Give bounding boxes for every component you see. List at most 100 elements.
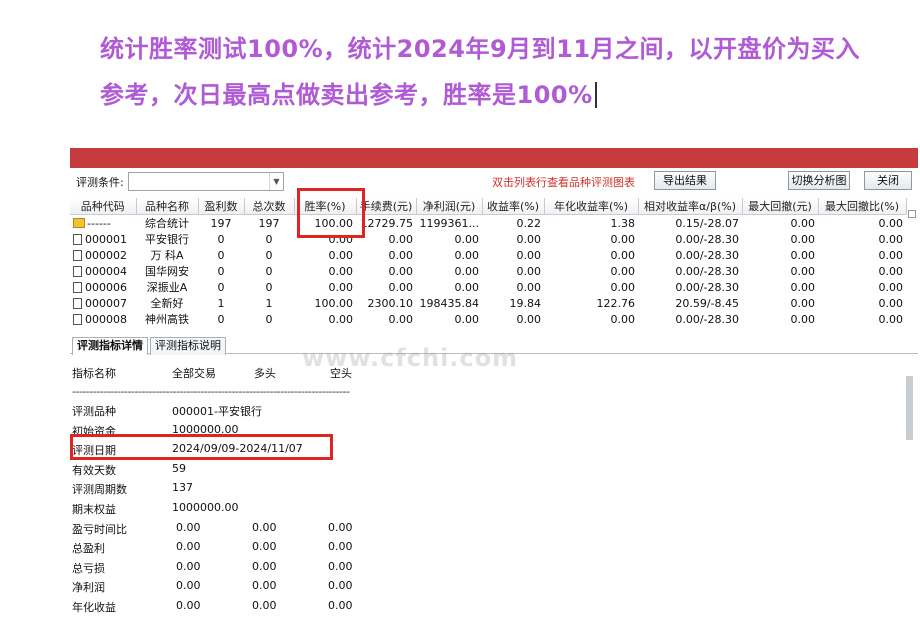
column-header[interactable]: 最大回撤比(%) bbox=[818, 198, 907, 215]
detail-label: 评测品种 bbox=[72, 405, 116, 418]
condition-label: 评测条件: bbox=[76, 176, 124, 189]
wins-cell: 1 bbox=[217, 296, 225, 310]
total-cell: 0 bbox=[265, 312, 273, 326]
name-cell: 国华网安 bbox=[145, 265, 189, 278]
net-profit-cell: 0.00 bbox=[454, 248, 480, 262]
win-rate-cell: 100.00 bbox=[314, 216, 354, 230]
table-row[interactable]: ------ 综合统计 197 197 100.00 12729.75 1199361...… bbox=[70, 215, 906, 232]
column-header[interactable]: 品种名称 bbox=[136, 198, 199, 215]
detail-value: 0.00 bbox=[176, 579, 201, 593]
win-rate-cell: 0.00 bbox=[328, 264, 354, 278]
detail-value: 1000000.00 bbox=[172, 501, 239, 514]
detail-value: 000001-平安银行 bbox=[172, 405, 262, 418]
table-row[interactable]: 000006 深振业A 0 0 0.00 0.00 0.00 0.00 0.00 0.00/-28… bbox=[70, 279, 906, 295]
table-row[interactable]: 000001 平安银行 0 0 0.00 0.00 0.00 0.00 0.00 0.00/-28… bbox=[70, 231, 906, 247]
max-dd-ratio-cell: 0.00 bbox=[878, 248, 904, 262]
scroll-box[interactable] bbox=[908, 210, 916, 218]
detail-value: 0.00 bbox=[328, 559, 353, 573]
max-dd-cell: 0.00 bbox=[790, 232, 816, 246]
total-cell: 197 bbox=[258, 216, 280, 230]
net-profit-cell: 0.00 bbox=[454, 312, 480, 326]
return-cell: 0.00 bbox=[516, 312, 542, 326]
column-header[interactable]: 品种代码 bbox=[70, 198, 137, 215]
column-header[interactable]: 手续费(元) bbox=[356, 198, 417, 215]
max-dd-ratio-cell: 0.00 bbox=[878, 216, 904, 230]
fee-cell: 0.00 bbox=[388, 232, 414, 246]
total-cell: 0 bbox=[265, 280, 273, 294]
max-dd-cell: 0.00 bbox=[790, 264, 816, 278]
relative-cell: 0.00/-28.30 bbox=[675, 280, 739, 294]
column-header[interactable]: 净利润(元) bbox=[416, 198, 483, 215]
detail-value: 59 bbox=[172, 461, 186, 475]
max-dd-ratio-cell: 0.00 bbox=[878, 312, 904, 326]
detail-label: 期末权益 bbox=[72, 503, 116, 516]
max-dd-ratio-cell: 0.00 bbox=[878, 232, 904, 246]
code-cell: 000002 bbox=[70, 247, 136, 263]
title-bar bbox=[70, 148, 918, 168]
code-text: 000007 bbox=[85, 296, 127, 310]
code-cell: 000007 bbox=[70, 295, 136, 311]
detail-value: 0.00 bbox=[252, 520, 277, 534]
detail-value: 0.00 bbox=[176, 540, 201, 554]
annual-cell: 0.00 bbox=[610, 312, 636, 326]
wins-cell: 0 bbox=[217, 232, 225, 246]
detail-value: 0.00 bbox=[252, 579, 277, 593]
return-cell: 0.00 bbox=[516, 232, 542, 246]
detail-value: 0.00 bbox=[328, 599, 353, 612]
return-cell: 19.84 bbox=[509, 296, 542, 310]
name-cell: 万 科A bbox=[150, 249, 184, 262]
annual-cell: 0.00 bbox=[610, 264, 636, 278]
code-cell: 000008 bbox=[70, 311, 136, 327]
code-cell: 000004 bbox=[70, 263, 136, 279]
column-header[interactable]: 收益率(%) bbox=[482, 198, 545, 215]
relative-cell: 0.00/-28.30 bbox=[675, 232, 739, 246]
export-button[interactable]: 导出结果 bbox=[654, 171, 716, 190]
detail-label: 评测日期 bbox=[72, 444, 116, 458]
code-text: 000002 bbox=[85, 248, 127, 262]
detail-value: 0.00 bbox=[176, 520, 201, 534]
relative-cell: 0.00/-28.30 bbox=[675, 264, 739, 278]
column-header[interactable]: 胜率(%) bbox=[294, 198, 357, 215]
tab-detail[interactable]: 评测指标详情 bbox=[72, 337, 148, 355]
detail-label: 总盈利 bbox=[72, 542, 105, 556]
total-cell: 0 bbox=[265, 232, 273, 246]
code-cell: ------ bbox=[70, 215, 136, 232]
table-row[interactable]: 000008 神州高铁 0 0 0.00 0.00 0.00 0.00 0.00 0.00/-28… bbox=[70, 311, 906, 327]
table-row[interactable]: 000007 全新好 1 1 100.00 2300.10 198435.84 19.84 12… bbox=[70, 295, 906, 311]
column-header[interactable]: 盈利数 bbox=[198, 198, 245, 215]
wins-cell: 0 bbox=[217, 264, 225, 278]
column-header[interactable]: 总次数 bbox=[244, 198, 295, 215]
annual-cell: 0.00 bbox=[610, 248, 636, 262]
close-button[interactable]: 关闭 bbox=[864, 171, 912, 190]
max-dd-cell: 0.00 bbox=[790, 216, 816, 230]
name-cell: 综合统计 bbox=[145, 217, 189, 230]
column-header[interactable]: 相对收益率α/β(%) bbox=[638, 198, 743, 215]
detail-scrollbar[interactable] bbox=[906, 376, 913, 440]
table-row[interactable]: 000004 国华网安 0 0 0.00 0.00 0.00 0.00 0.00 0.00/-28… bbox=[70, 263, 906, 279]
detail-label: 总亏损 bbox=[72, 561, 105, 575]
condition-combobox[interactable]: ▼ bbox=[128, 172, 284, 191]
table-row[interactable]: 000002 万 科A 0 0 0.00 0.00 0.00 0.00 0.00 0.00/-28… bbox=[70, 247, 906, 263]
detail-header-all: 全部交易 bbox=[172, 367, 216, 380]
code-cell: 000001 bbox=[70, 231, 136, 247]
detail-separator: ----------------------------------------… bbox=[72, 385, 350, 398]
column-header[interactable]: 最大回撤(元) bbox=[742, 198, 819, 215]
net-profit-cell: 0.00 bbox=[454, 232, 480, 246]
win-rate-cell: 100.00 bbox=[314, 296, 354, 310]
relative-cell: 0.00/-28.30 bbox=[675, 248, 739, 262]
net-profit-cell: 198435.84 bbox=[419, 296, 480, 310]
switch-chart-button[interactable]: 切换分析图 bbox=[788, 171, 850, 190]
relative-cell: 0.15/-28.07 bbox=[675, 216, 739, 230]
relative-cell: 20.59/-8.45 bbox=[675, 296, 739, 310]
doc-icon bbox=[73, 281, 82, 293]
column-header[interactable]: 年化收益率(%) bbox=[544, 198, 639, 215]
return-cell: 0.00 bbox=[516, 248, 542, 262]
win-rate-cell: 0.00 bbox=[328, 280, 354, 294]
tab-description[interactable]: 评测指标说明 bbox=[150, 337, 226, 355]
return-cell: 0.00 bbox=[516, 280, 542, 294]
chevron-down-icon[interactable]: ▼ bbox=[269, 173, 283, 190]
max-dd-cell: 0.00 bbox=[790, 280, 816, 294]
detail-header-name: 指标名称 bbox=[72, 367, 116, 380]
annual-cell: 0.00 bbox=[610, 232, 636, 246]
text-caret bbox=[594, 82, 597, 108]
